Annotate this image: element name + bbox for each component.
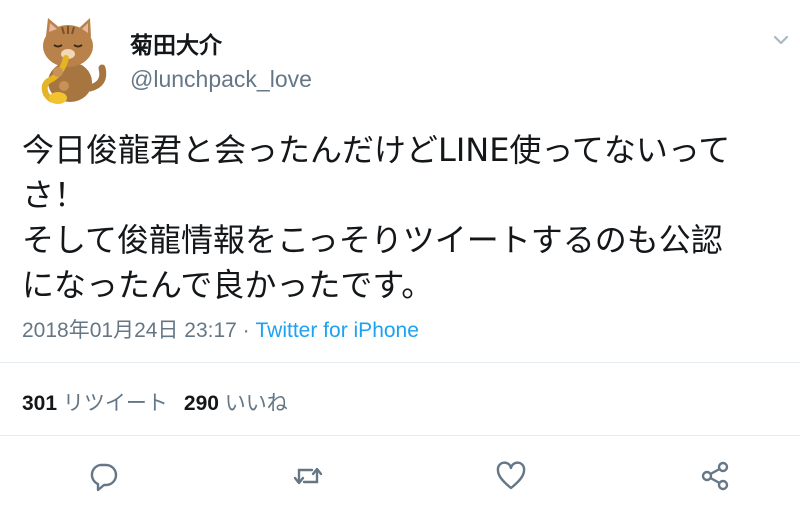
cat-playing-saxophone-icon	[41, 18, 107, 104]
tweet-text: 今日俊龍君と会ったんだけどLINE使ってないって さ！ そして俊龍情報をこっそり…	[22, 131, 731, 304]
source-link[interactable]: Twitter for iPhone	[256, 319, 419, 342]
like-label: いいね	[224, 392, 288, 415]
divider	[0, 362, 800, 363]
retweet-button[interactable]	[290, 458, 326, 494]
like-stat[interactable]: 290 いいね	[184, 392, 288, 415]
reply-icon	[90, 463, 118, 492]
display-name[interactable]: 菊田大介	[130, 26, 222, 60]
share-icon	[701, 461, 729, 491]
like-button[interactable]	[493, 458, 529, 494]
user-handle[interactable]: @lunchpack_love	[130, 66, 312, 93]
meta-separator: ·	[236, 319, 256, 342]
chevron-down-icon	[773, 35, 789, 45]
tweet-meta: 2018年01月24日 23:17 · Twitter for iPhone	[22, 314, 419, 344]
like-count: 290	[183, 392, 219, 415]
retweet-stat[interactable]: 301 リツイート	[22, 392, 168, 415]
retweet-icon	[293, 467, 323, 485]
reply-button[interactable]	[85, 458, 121, 494]
tweet-stats: 301 リツイート 290 いいね	[22, 387, 288, 417]
retweet-label: リツイート	[62, 392, 168, 415]
more-options-button[interactable]	[768, 30, 794, 50]
timestamp[interactable]: 2018年01月24日 23:17	[22, 319, 237, 342]
retweet-count: 301	[22, 392, 58, 415]
share-button[interactable]	[697, 458, 733, 494]
divider	[0, 435, 800, 436]
avatar[interactable]	[28, 14, 110, 106]
heart-icon	[496, 461, 526, 490]
